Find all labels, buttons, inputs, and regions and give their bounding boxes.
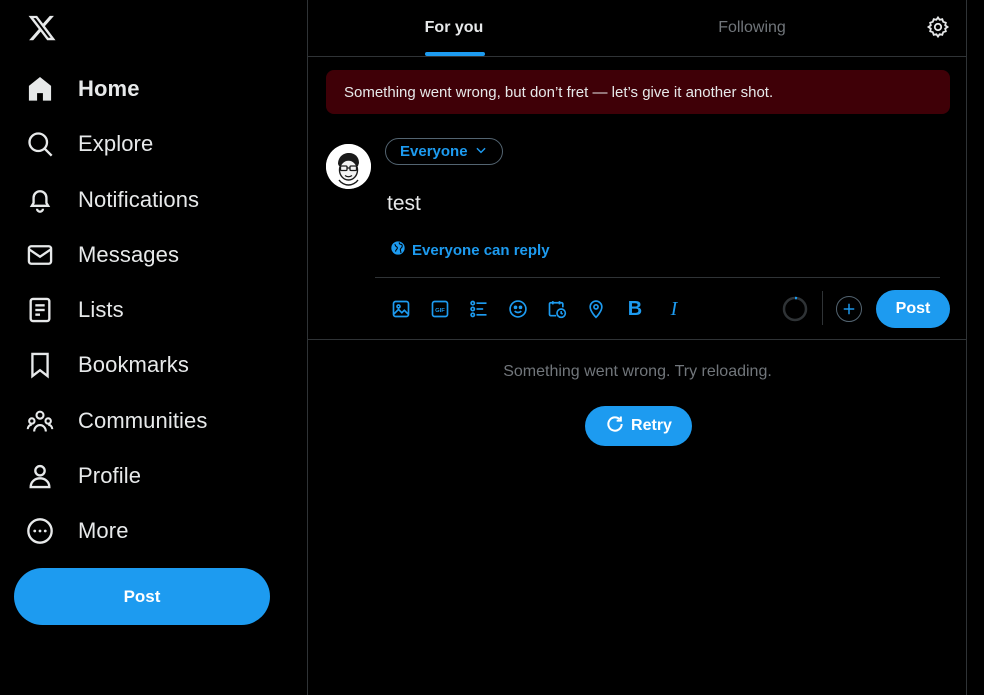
- error-banner: Something went wrong, but don’t fret — l…: [326, 70, 950, 114]
- bell-icon: [26, 186, 54, 214]
- audience-selector[interactable]: Everyone: [385, 138, 503, 165]
- people-icon: [26, 407, 54, 435]
- list-icon: [26, 296, 54, 324]
- tab-label: For you: [424, 19, 484, 36]
- poll-icon[interactable]: [463, 293, 495, 325]
- toolbar-separator: [822, 291, 823, 325]
- more-circle-icon: [26, 517, 54, 545]
- schedule-icon[interactable]: [541, 293, 573, 325]
- error-banner-text: Something went wrong, but don’t fret — l…: [344, 83, 774, 101]
- sidebar-item-label: Notifications: [78, 187, 200, 212]
- audience-label: Everyone: [400, 143, 468, 160]
- gear-icon[interactable]: [926, 15, 950, 39]
- sidebar-item-messages[interactable]: Messages: [14, 231, 191, 279]
- composer-divider: [375, 277, 940, 278]
- italic-icon[interactable]: I: [658, 293, 690, 325]
- reply-setting-label: Everyone can reply: [412, 241, 550, 259]
- sidebar-item-label: Home: [78, 76, 140, 101]
- sidebar-item-label: Communities: [78, 408, 208, 433]
- composer-toolbar: GIF B I: [385, 293, 697, 325]
- avatar[interactable]: [326, 144, 371, 189]
- app-root: Home Explore Notifications Messages List: [0, 0, 984, 695]
- sidebar-item-explore[interactable]: Explore: [14, 120, 165, 168]
- tab-following[interactable]: Following: [600, 0, 904, 56]
- emoji-icon[interactable]: [502, 293, 534, 325]
- composer-post-button[interactable]: Post: [876, 290, 950, 328]
- bookmark-icon: [26, 351, 54, 379]
- sidebar-item-home[interactable]: Home: [14, 65, 152, 113]
- main-column: For you Following Something went wrong, …: [307, 0, 967, 695]
- bold-icon[interactable]: B: [619, 293, 651, 325]
- chevron-down-icon: [474, 143, 488, 161]
- search-icon: [26, 130, 54, 158]
- character-count-ring: [782, 296, 808, 322]
- sidebar-item-bookmarks[interactable]: Bookmarks: [14, 341, 201, 389]
- globe-icon: [390, 240, 406, 260]
- retry-label: Retry: [631, 417, 672, 434]
- sidebar-item-label: Profile: [78, 463, 142, 488]
- gif-icon[interactable]: GIF: [424, 293, 456, 325]
- refresh-icon: [605, 414, 625, 439]
- sidebar-item-label: More: [78, 518, 129, 543]
- x-logo-icon[interactable]: [24, 10, 60, 46]
- composer-bottom-divider: [308, 339, 967, 340]
- compose-textbox[interactable]: test: [387, 192, 421, 216]
- reply-setting-button[interactable]: Everyone can reply: [390, 240, 550, 260]
- tab-for-you[interactable]: For you: [308, 0, 600, 56]
- post-button[interactable]: Post: [14, 568, 270, 625]
- sidebar-item-profile[interactable]: Profile: [14, 452, 153, 500]
- person-icon: [26, 462, 54, 490]
- location-icon[interactable]: [580, 293, 612, 325]
- sidebar-item-more[interactable]: More: [14, 507, 141, 555]
- sidebar-item-label: Messages: [78, 242, 180, 267]
- sidebar-item-label: Explore: [78, 131, 154, 156]
- sidebar-item-lists[interactable]: Lists: [14, 286, 136, 334]
- tab-label: Following: [718, 19, 786, 36]
- active-tab-indicator: [425, 52, 485, 56]
- svg-text:GIF: GIF: [435, 308, 445, 314]
- sidebar-item-notifications[interactable]: Notifications: [14, 176, 211, 224]
- timeline-tabs: For you Following: [308, 0, 967, 57]
- sidebar-item-label: Lists: [78, 297, 124, 322]
- sidebar: Home Explore Notifications Messages List: [0, 0, 307, 695]
- sidebar-item-communities[interactable]: Communities: [14, 397, 219, 445]
- home-icon: [26, 75, 54, 103]
- image-icon[interactable]: [385, 293, 417, 325]
- sidebar-item-label: Bookmarks: [78, 352, 189, 377]
- add-post-plus-icon[interactable]: [836, 296, 862, 322]
- envelope-icon: [26, 241, 54, 269]
- retry-button[interactable]: Retry: [585, 406, 692, 446]
- feed-error-message: Something went wrong. Try reloading.: [503, 363, 772, 380]
